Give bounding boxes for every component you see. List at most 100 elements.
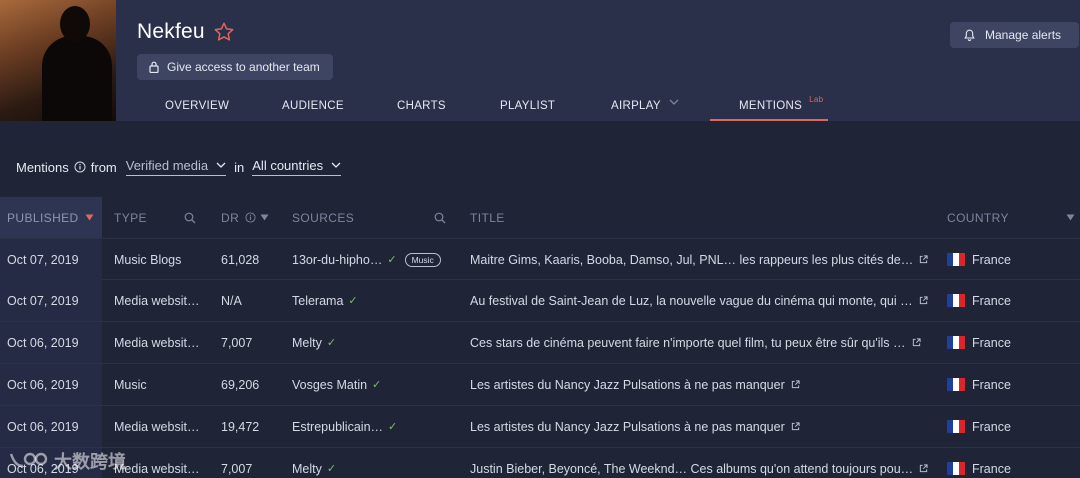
sort-icon — [1066, 214, 1075, 221]
tab-airplay[interactable]: AIRPLAY — [611, 92, 679, 121]
column-country[interactable]: COUNTRY — [947, 197, 1077, 238]
table-row[interactable]: Oct 06, 2019 Media websit… 19,472 Estrep… — [0, 406, 1080, 448]
media-type: Media websit… — [114, 335, 200, 350]
france-flag-icon — [947, 336, 965, 349]
tab-mentions[interactable]: MENTIONS Lab — [710, 92, 828, 121]
external-link-icon[interactable] — [919, 464, 928, 473]
mentions-filter: Mentions from Verified media in All coun… — [16, 157, 342, 177]
domain-rating: N/A — [221, 293, 242, 308]
table-row[interactable]: Oct 06, 2019 Music 69,206 Vosges Matin ✓… — [0, 364, 1080, 406]
tab-overview[interactable]: OVERVIEW — [165, 92, 229, 121]
external-link-icon[interactable] — [919, 255, 928, 264]
source-name[interactable]: Vosges Matin ✓ — [292, 364, 462, 405]
manage-alerts-button[interactable]: Manage alerts — [950, 22, 1079, 48]
info-icon[interactable] — [74, 161, 86, 173]
artist-header: Nekfeu Give access to another team Manag… — [0, 0, 1080, 121]
published-date: Oct 07, 2019 — [0, 280, 102, 321]
source-name[interactable]: Telerama ✓ — [292, 280, 462, 321]
table-header: PUBLISHED TYPE DR SOURCES TITLE COUNTRY — [0, 197, 1080, 238]
published-date: Oct 06, 2019 — [0, 364, 102, 405]
country-cell: France — [947, 406, 1077, 447]
verified-check-icon: ✓ — [387, 254, 397, 266]
country-cell: France — [947, 448, 1077, 478]
source-type-select[interactable]: Verified media — [125, 158, 227, 176]
published-date: Oct 06, 2019 — [0, 406, 102, 447]
lock-icon — [149, 61, 159, 73]
domain-rating: 69,206 — [221, 377, 260, 392]
in-label: in — [234, 159, 245, 175]
source-name[interactable]: Melty ✓ — [292, 448, 462, 478]
media-type: Media websit… — [114, 293, 200, 308]
france-flag-icon — [947, 253, 965, 266]
sort-desc-icon — [85, 214, 94, 221]
artist-name: Nekfeu — [137, 20, 205, 43]
table-row[interactable]: Oct 06, 2019 Media websit… 7,007 Melty ✓… — [0, 448, 1080, 478]
domain-rating: 7,007 — [221, 461, 253, 476]
mention-title[interactable]: Ces stars de cinéma peuvent faire n'impo… — [470, 322, 930, 363]
country-cell: France — [947, 322, 1077, 363]
source-name[interactable]: Melty ✓ — [292, 322, 462, 363]
external-link-icon[interactable] — [791, 422, 800, 431]
mentions-table-body: Oct 07, 2019 Music Blogs 61,028 13or-du-… — [0, 238, 1080, 478]
verified-check-icon: ✓ — [388, 421, 398, 433]
media-type: Media websit… — [114, 461, 200, 476]
published-date: Oct 06, 2019 — [0, 322, 102, 363]
mention-title[interactable]: Justin Bieber, Beyoncé, The Weeknd… Ces … — [470, 448, 930, 478]
mention-title[interactable]: Les artistes du Nancy Jazz Pulsations à … — [470, 406, 930, 447]
chevron-down-icon — [331, 162, 341, 168]
column-title[interactable]: TITLE — [470, 197, 670, 238]
source-name[interactable]: Estrepublicain… ✓ — [292, 406, 462, 447]
domain-rating: 19,472 — [221, 419, 260, 434]
bell-icon — [964, 29, 975, 41]
country-cell: France — [947, 239, 1077, 280]
france-flag-icon — [947, 378, 965, 391]
media-type: Media websit… — [114, 419, 200, 434]
watermark: 大数跨境 — [8, 448, 126, 474]
external-link-icon[interactable] — [912, 338, 921, 347]
table-row[interactable]: Oct 07, 2019 Music Blogs 61,028 13or-du-… — [0, 238, 1080, 280]
france-flag-icon — [947, 294, 965, 307]
search-icon[interactable] — [434, 212, 446, 224]
domain-rating: 61,028 — [221, 252, 260, 267]
column-sources[interactable]: SOURCES — [292, 197, 452, 238]
favorite-star-icon[interactable] — [213, 21, 235, 43]
chevron-down-icon — [669, 99, 679, 105]
manage-alerts-label: Manage alerts — [985, 28, 1062, 42]
from-label: from — [90, 159, 117, 175]
media-type: Music — [114, 377, 147, 392]
search-icon[interactable] — [184, 212, 196, 224]
country-cell: France — [947, 364, 1077, 405]
verified-check-icon: ✓ — [326, 463, 337, 475]
country-select[interactable]: All countries — [252, 158, 342, 176]
column-published[interactable]: PUBLISHED — [0, 197, 102, 238]
france-flag-icon — [947, 420, 965, 433]
sort-icon — [260, 214, 269, 221]
mention-title[interactable]: Les artistes du Nancy Jazz Pulsations à … — [470, 364, 930, 405]
info-icon[interactable] — [245, 212, 256, 223]
watermark-logo-icon — [9, 452, 48, 468]
mention-title[interactable]: Au festival de Saint-Jean de Luz, la nou… — [470, 280, 930, 321]
table-row[interactable]: Oct 06, 2019 Media websit… 7,007 Melty ✓… — [0, 322, 1080, 364]
chevron-down-icon — [216, 162, 226, 168]
column-type[interactable]: TYPE — [114, 197, 210, 238]
domain-rating: 7,007 — [221, 335, 253, 350]
lab-badge: Lab — [809, 95, 824, 104]
tab-charts[interactable]: CHARTS — [397, 92, 446, 121]
external-link-icon[interactable] — [791, 380, 800, 389]
verified-check-icon: ✓ — [348, 295, 358, 307]
give-access-button[interactable]: Give access to another team — [137, 54, 333, 80]
tab-audience[interactable]: AUDIENCE — [282, 92, 344, 121]
mentions-label: Mentions — [16, 159, 69, 175]
france-flag-icon — [947, 462, 965, 475]
published-date: Oct 07, 2019 — [0, 239, 102, 280]
tab-playlist[interactable]: PLAYLIST — [500, 92, 555, 121]
mention-title[interactable]: Maitre Gims, Kaaris, Booba, Damso, Jul, … — [470, 239, 930, 280]
column-dr[interactable]: DR — [221, 197, 281, 238]
source-name[interactable]: 13or-du-hipho… ✓ Music — [292, 239, 462, 280]
external-link-icon[interactable] — [919, 296, 928, 305]
artist-tabs: OVERVIEW AUDIENCE CHARTS PLAYLIST AIRPLA… — [0, 92, 1080, 121]
verified-check-icon: ✓ — [326, 337, 337, 349]
music-badge: Music — [404, 252, 441, 267]
verified-check-icon: ✓ — [372, 379, 382, 391]
table-row[interactable]: Oct 07, 2019 Media websit… N/A Telerama … — [0, 280, 1080, 322]
